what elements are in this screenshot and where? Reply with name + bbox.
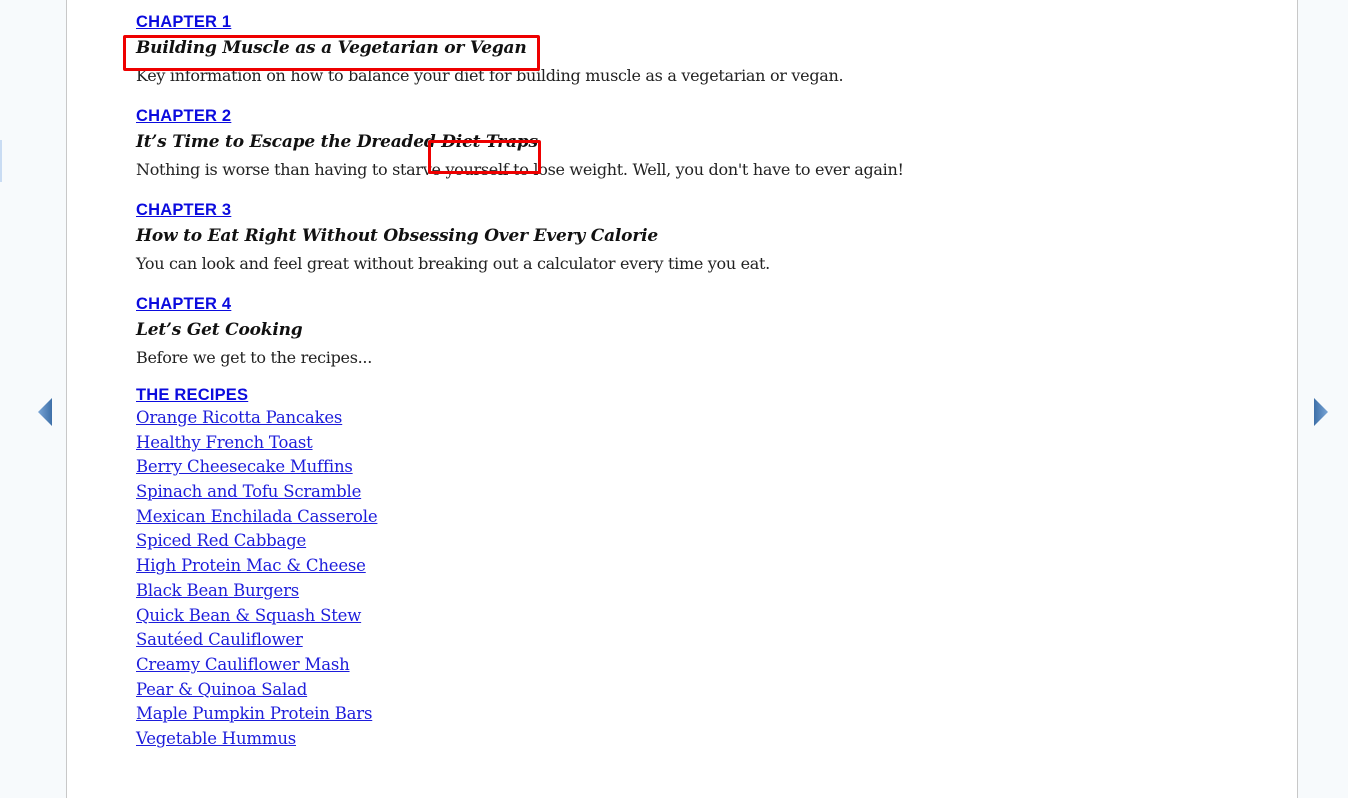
chapter-2: CHAPTER 2 It’s Time to Escape the Dreade… <box>136 105 1236 183</box>
chapter-1-title: Building Muscle as a Vegetarian or Vegan <box>136 38 527 58</box>
left-margin-panel <box>0 0 66 798</box>
recipe-link[interactable]: Spinach and Tofu Scramble <box>136 480 1236 505</box>
recipe-link[interactable]: Berry Cheesecake Muffins <box>136 455 1236 480</box>
recipes-heading-link[interactable]: THE RECIPES <box>136 384 1236 406</box>
recipe-link[interactable]: Vegetable Hummus <box>136 727 1236 752</box>
chapter-1-description: Key information on how to balance your d… <box>136 66 844 85</box>
triangle-left-icon <box>38 398 52 426</box>
chapter-4: CHAPTER 4 Let’s Get Cooking Before we ge… <box>136 293 1236 371</box>
chapter-2-title-diet-traps: Diet Traps <box>441 132 538 152</box>
chapter-3: CHAPTER 3 How to Eat Right Without Obses… <box>136 199 1236 277</box>
recipe-link[interactable]: Mexican Enchilada Casserole <box>136 505 1236 530</box>
chapter-4-title: Let’s Get Cooking <box>136 320 303 340</box>
triangle-right-icon <box>1314 398 1328 426</box>
recipe-link[interactable]: Pear & Quinoa Salad <box>136 678 1236 703</box>
book-page: CHAPTER 1 Building Muscle as a Vegetaria… <box>66 0 1298 798</box>
recipe-link[interactable]: Creamy Cauliflower Mash <box>136 653 1236 678</box>
recipe-link[interactable]: Spiced Red Cabbage <box>136 529 1236 554</box>
recipe-link[interactable]: Maple Pumpkin Protein Bars <box>136 702 1236 727</box>
recipes-section: THE RECIPES Orange Ricotta Pancakes Heal… <box>136 384 1236 752</box>
chapter-2-description: Nothing is worse than having to starve y… <box>136 160 904 179</box>
previous-page-button[interactable] <box>37 397 53 427</box>
scroll-indicator[interactable] <box>0 140 2 182</box>
chapter-3-link[interactable]: CHAPTER 3 <box>136 199 1236 221</box>
chapter-3-title: How to Eat Right Without Obsessing Over … <box>136 226 658 246</box>
chapter-2-link[interactable]: CHAPTER 2 <box>136 105 1236 127</box>
recipe-link[interactable]: Quick Bean & Squash Stew <box>136 604 1236 629</box>
chapter-1-link[interactable]: CHAPTER 1 <box>136 11 1236 33</box>
next-page-button[interactable] <box>1313 397 1329 427</box>
chapter-1: CHAPTER 1 Building Muscle as a Vegetaria… <box>136 11 1236 89</box>
table-of-contents: CHAPTER 1 Building Muscle as a Vegetaria… <box>136 11 1236 752</box>
chapter-2-title-part1: It’s Time to Escape the Dreaded <box>136 132 436 152</box>
recipe-link[interactable]: Orange Ricotta Pancakes <box>136 406 1236 431</box>
recipe-link[interactable]: High Protein Mac & Cheese <box>136 554 1236 579</box>
chapter-4-description: Before we get to the recipes... <box>136 348 372 367</box>
recipe-link[interactable]: Healthy French Toast <box>136 431 1236 456</box>
chapter-4-link[interactable]: CHAPTER 4 <box>136 293 1236 315</box>
chapter-2-title: It’s Time to Escape the Dreaded Diet Tra… <box>136 127 538 157</box>
recipe-link[interactable]: Black Bean Burgers <box>136 579 1236 604</box>
recipe-list: Orange Ricotta Pancakes Healthy French T… <box>136 406 1236 752</box>
recipe-link[interactable]: Sautéed Cauliflower <box>136 628 1236 653</box>
chapter-3-description: You can look and feel great without brea… <box>136 254 770 273</box>
